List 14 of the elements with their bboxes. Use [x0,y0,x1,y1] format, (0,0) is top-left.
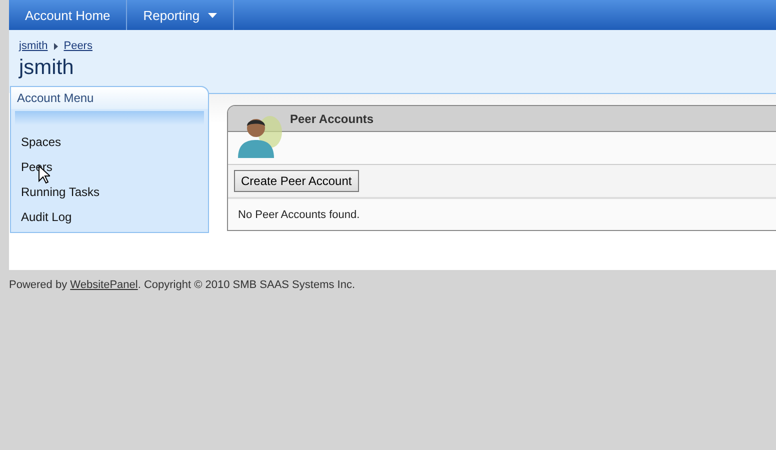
menu-title: Account Menu [11,87,208,109]
caret-icon [208,12,217,18]
menu-item[interactable]: Spaces [11,129,208,154]
arrow-icon [54,42,58,50]
menu-item[interactable]: Audit Log [11,204,208,229]
footer-text: Powered by WebsitePanel. Copyright © 2010 SMB SAAS Systems Inc. [9,278,356,291]
page-title: jsmith [19,56,75,80]
empty-message: No Peer Accounts found. [237,208,361,223]
menu-item[interactable]: Running Tasks [11,179,208,204]
create-button[interactable]: Create Peer Account [234,170,359,192]
panel-title: Peer Accounts [290,112,374,126]
breadcrumb-link[interactable]: Peers [64,40,92,52]
footer-link[interactable]: WebsitePanel [70,279,138,291]
breadcrumb-link[interactable]: jsmith [19,40,48,52]
